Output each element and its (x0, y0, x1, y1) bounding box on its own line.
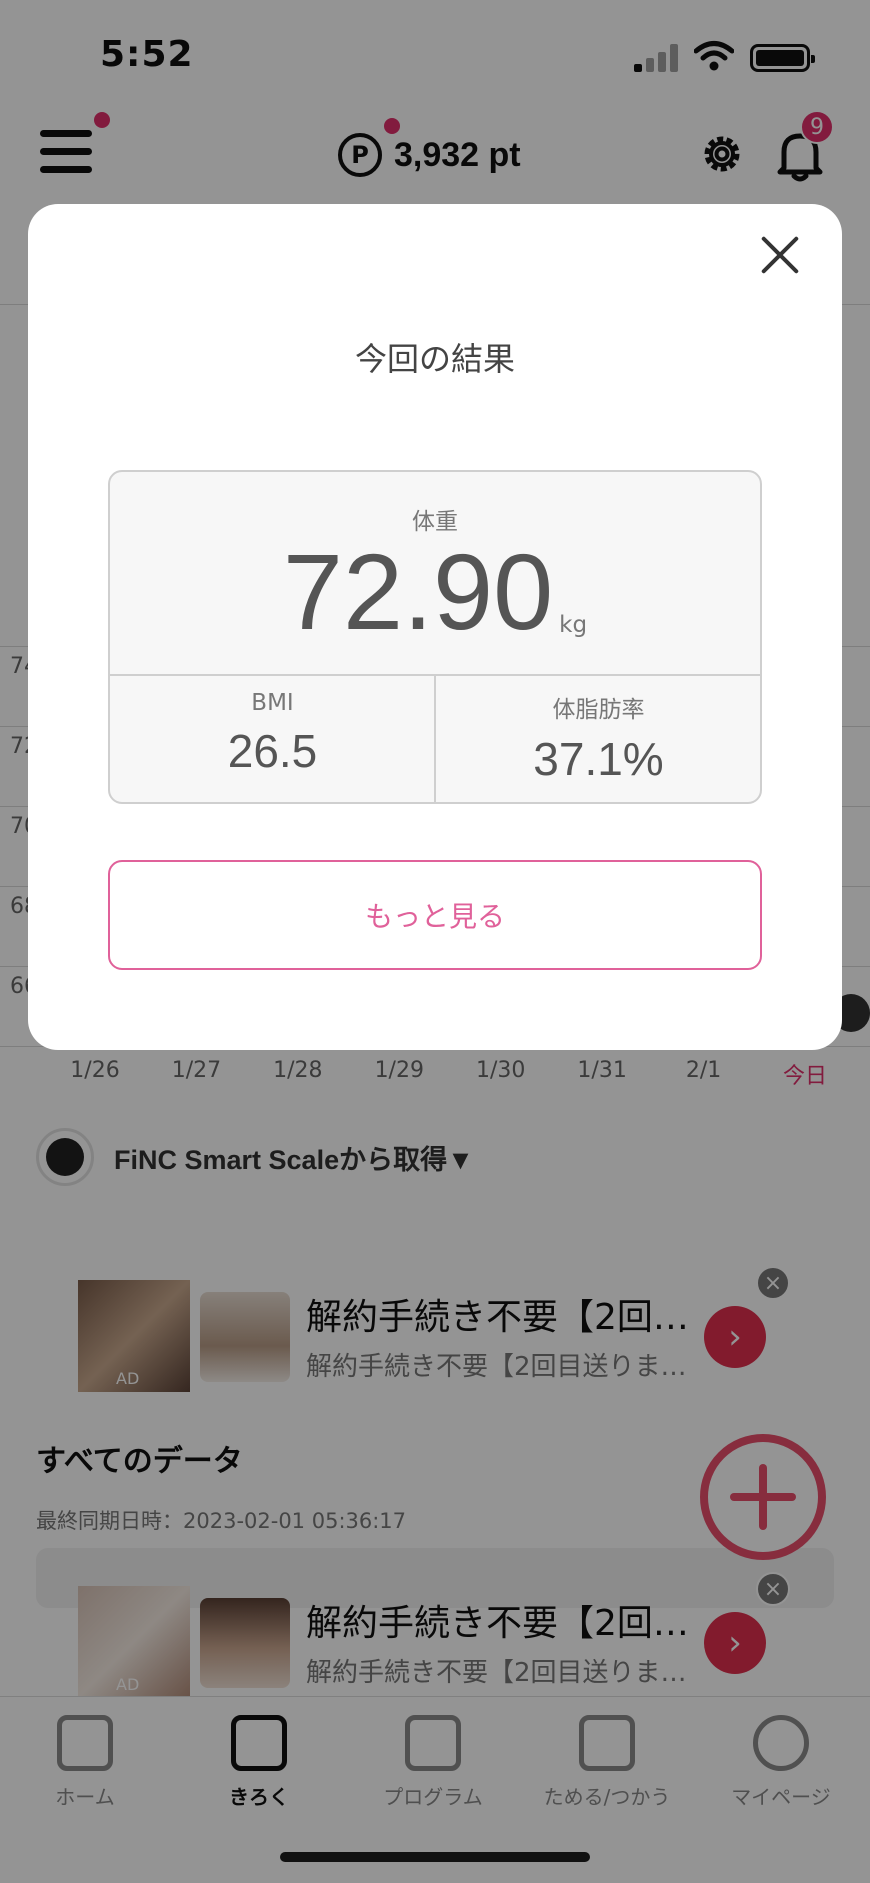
see-more-button[interactable]: もっと見る (108, 860, 762, 970)
weight-row: 72.90 kg (110, 538, 760, 646)
body-fat-cell: 体脂肪率 37.1% (436, 676, 760, 802)
weight-unit: kg (559, 612, 588, 638)
home-indicator (280, 1852, 590, 1862)
body-fat-label: 体脂肪率 (552, 697, 645, 723)
modal-title: 今回の結果 (354, 340, 515, 378)
result-modal: 今回の結果 体重 72.90 kg BMI 26.5 体脂肪率 37.1% もっ… (28, 204, 842, 1050)
bmi-value: 26.5 (227, 725, 318, 777)
result-summary-box: 体重 72.90 kg BMI 26.5 体脂肪率 37.1% (108, 470, 762, 804)
body-fat-value: 37.1% (533, 733, 664, 785)
bmi-cell: BMI 26.5 (110, 676, 435, 802)
close-icon[interactable] (758, 232, 802, 276)
weight-value: 72.90 (282, 531, 554, 652)
bmi-label: BMI (251, 690, 294, 716)
